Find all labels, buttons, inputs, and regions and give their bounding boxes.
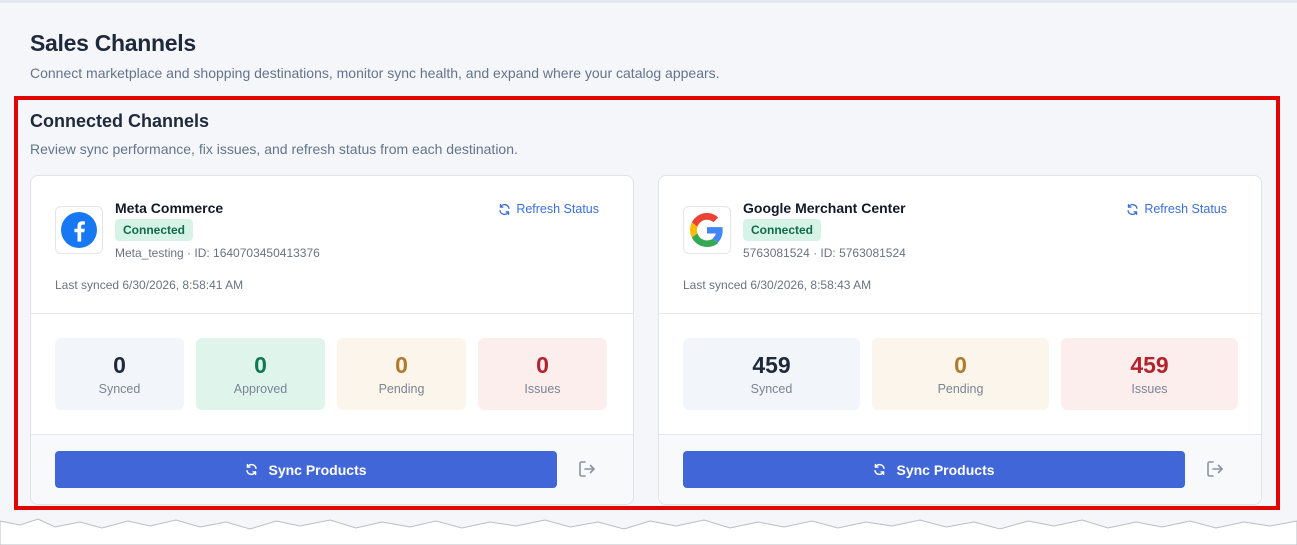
refresh-status-label: Refresh Status — [516, 202, 599, 216]
stat-label: Issues — [1131, 382, 1168, 396]
stat-pending: 0 Pending — [872, 338, 1049, 410]
stat-value: 0 — [954, 352, 967, 378]
stat-approved: 0 Approved — [196, 338, 325, 410]
google-logo-icon — [683, 206, 731, 254]
status-badge: Connected — [115, 219, 194, 241]
channel-card-google: Google Merchant Center Connected 5763081… — [658, 175, 1262, 505]
channel-card-meta: Meta Commerce Connected Meta_testing · I… — [30, 175, 634, 505]
stat-label: Synced — [750, 382, 793, 396]
stat-issues: 459 Issues — [1061, 338, 1238, 410]
sync-icon — [246, 463, 258, 476]
card-footer: Sync Products — [659, 435, 1261, 504]
page-subtitle: Connect marketplace and shopping destina… — [30, 65, 720, 81]
stat-label: Issues — [524, 382, 561, 396]
status-badge: Connected — [743, 219, 822, 241]
card-divider — [659, 313, 1261, 314]
torn-edge-decoration — [0, 518, 1297, 545]
channel-name: Meta Commerce — [115, 200, 224, 216]
stat-issues: 0 Issues — [478, 338, 607, 410]
stats-row: 0 Synced 0 Approved 0 Pending 0 Issues — [55, 338, 607, 410]
stat-label: Synced — [98, 382, 141, 396]
disconnect-icon[interactable] — [577, 459, 597, 479]
refresh-icon — [499, 203, 510, 215]
stat-value: 459 — [752, 352, 791, 378]
account-info: 5763081524 · ID: 5763081524 — [743, 246, 906, 260]
sync-products-label: Sync Products — [268, 461, 367, 478]
stats-row: 459 Synced 0 Pending 459 Issues — [683, 338, 1238, 410]
last-synced: Last synced 6/30/2026, 8:58:41 AM — [55, 278, 244, 292]
top-divider — [0, 0, 1297, 3]
disconnect-icon[interactable] — [1205, 459, 1225, 479]
card-divider — [31, 313, 633, 314]
account-info: Meta_testing · ID: 1640703450413376 — [115, 246, 320, 260]
sync-products-button[interactable]: Sync Products — [55, 451, 557, 488]
stat-value: 0 — [254, 352, 267, 378]
stat-value: 0 — [536, 352, 549, 378]
sync-products-label: Sync Products — [896, 461, 995, 478]
stat-label: Approved — [233, 382, 288, 396]
section-subtitle: Review sync performance, fix issues, and… — [30, 141, 518, 157]
card-footer: Sync Products — [31, 435, 633, 504]
channel-name: Google Merchant Center — [743, 200, 906, 216]
stat-synced: 0 Synced — [55, 338, 184, 410]
refresh-status-label: Refresh Status — [1144, 202, 1227, 216]
sync-products-button[interactable]: Sync Products — [683, 451, 1185, 488]
stat-value: 459 — [1130, 352, 1169, 378]
sync-icon — [874, 463, 886, 476]
stat-label: Pending — [937, 382, 984, 396]
stat-value: 0 — [113, 352, 126, 378]
stat-label: Pending — [378, 382, 425, 396]
refresh-status-button[interactable]: Refresh Status — [498, 202, 599, 216]
refresh-status-button[interactable]: Refresh Status — [1126, 202, 1227, 216]
stat-synced: 459 Synced — [683, 338, 860, 410]
refresh-icon — [1127, 203, 1138, 215]
facebook-logo-icon — [55, 206, 103, 254]
stat-pending: 0 Pending — [337, 338, 466, 410]
stat-value: 0 — [395, 352, 408, 378]
last-synced: Last synced 6/30/2026, 8:58:43 AM — [683, 278, 872, 292]
page-title: Sales Channels — [30, 30, 196, 56]
section-title: Connected Channels — [30, 111, 210, 131]
